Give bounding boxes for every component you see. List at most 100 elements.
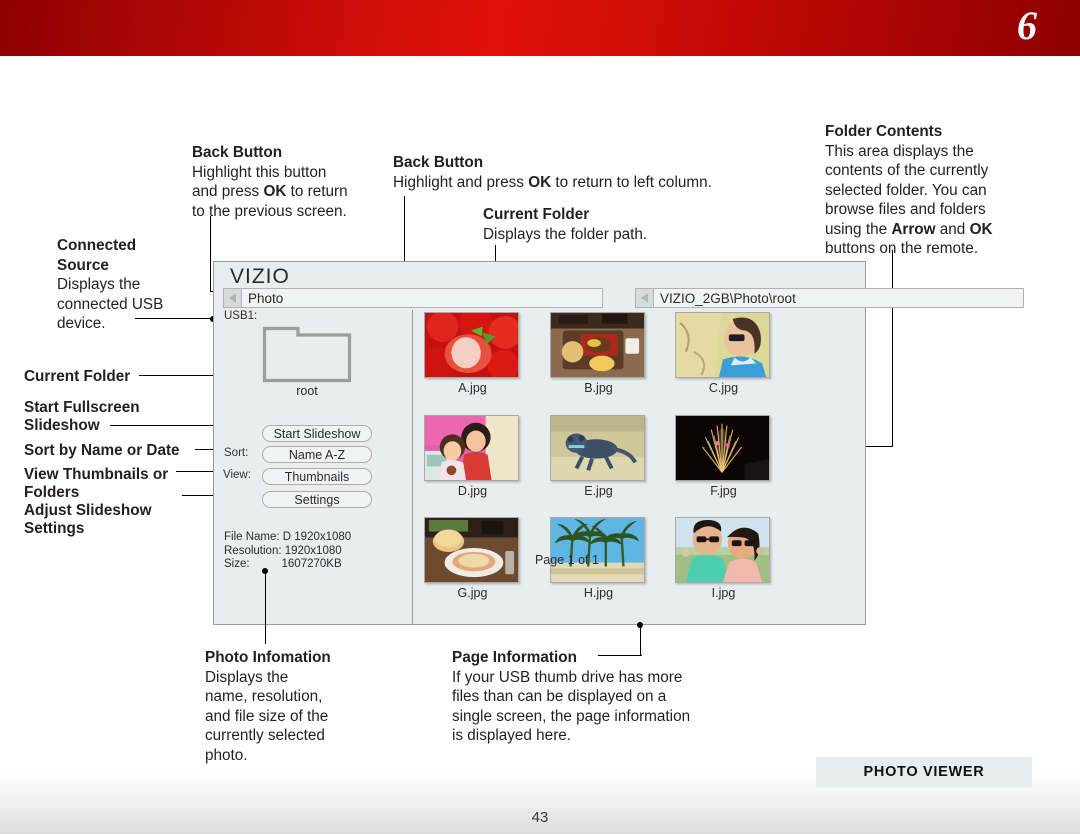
thumbnail-label: G.jpg <box>457 586 488 600</box>
leader-line-photo-information <box>265 570 267 644</box>
callout-line: If your USB thumb drive has more <box>452 668 683 686</box>
callout-emphasis: OK <box>969 220 993 238</box>
callout-line: Displays the <box>57 276 141 293</box>
callout-line: files than can be displayed on a <box>452 688 667 705</box>
side-label-view-thumbs-2: Folders <box>24 484 80 501</box>
settings-button[interactable]: Settings <box>262 491 372 508</box>
thumbnail-image-fireworks <box>675 415 770 481</box>
callout-line: Highlight this button <box>192 163 327 181</box>
callout-photo-information: Photo Infomation Displays the name, reso… <box>205 648 385 765</box>
callout-emphasis: Arrow <box>891 220 936 238</box>
folder-name-label: root <box>296 384 318 398</box>
sort-prefix-label: Sort: <box>224 447 249 459</box>
thumbnail-image-food-tray <box>550 312 645 378</box>
thumbnail-label: A.jpg <box>458 381 487 395</box>
thumbnail-label: B.jpg <box>584 381 613 395</box>
callout-line: selected folder. You can <box>825 181 987 199</box>
leader-line-connected-source <box>135 318 214 320</box>
callout-line: Highlight and press <box>393 173 529 191</box>
thumbnail-item[interactable]: F.jpg <box>675 415 772 498</box>
callout-line: and <box>935 220 970 238</box>
callout-line: is displayed here. <box>452 727 572 744</box>
leader-line-page-information-vert <box>640 627 642 656</box>
file-size-value: Size: 1607270KB <box>224 558 342 570</box>
callout-line: currently selected <box>205 727 325 744</box>
callout-back-button-center: Back Button Highlight and press OK to re… <box>393 153 783 192</box>
side-label-start-slideshow-1: Start Fullscreen <box>24 399 140 416</box>
back-arrow-icon <box>641 293 648 303</box>
file-name-value: File Name: D 1920x1080 <box>224 531 352 543</box>
callout-line: single screen, the page information <box>452 707 691 725</box>
photo-information-block: File Name: D 1920x1080 Resolution: 1920x… <box>224 531 351 572</box>
thumbnail-item[interactable]: D.jpg <box>424 415 521 498</box>
callout-line: to return to left column. <box>551 173 712 191</box>
callout-current-folder: Current Folder Displays the folder path. <box>483 205 743 244</box>
side-label-view-thumbs-1: View Thumbnails or <box>24 466 169 483</box>
callout-line: Displays the <box>205 668 289 686</box>
callout-title: Current Folder <box>483 206 590 223</box>
callout-emphasis: OK <box>263 183 287 200</box>
callout-line: device. <box>57 315 106 332</box>
callout-line: browse files and folders <box>825 201 986 218</box>
side-label-current-folder: Current Folder <box>24 368 131 385</box>
callout-emphasis: OK <box>528 173 552 191</box>
callout-line: contents of the currently <box>825 162 989 179</box>
view-prefix-label: View: <box>223 469 251 481</box>
thumbnail-item[interactable]: A.jpg <box>424 312 521 395</box>
thumbnail-label: H.jpg <box>583 586 614 600</box>
thumbnail-image-pasta-plate <box>424 517 519 583</box>
thumbnail-image-two-children <box>424 415 519 481</box>
callout-title: Connected <box>57 237 137 254</box>
callout-line: connected USB <box>57 295 164 313</box>
chapter-header-banner <box>0 0 1080 56</box>
side-label-adjust-2: Settings <box>24 520 85 537</box>
callout-title: Back Button <box>393 154 484 171</box>
callout-title: Page Information <box>452 649 577 666</box>
thumbnail-image-cat <box>550 415 645 481</box>
view-mode-button[interactable]: Thumbnails <box>262 468 372 485</box>
callout-line: This area displays the <box>825 142 974 160</box>
callout-folder-contents: Folder Contents This area displays the c… <box>825 122 1040 259</box>
resolution-value: Resolution: 1920x1080 <box>224 544 342 557</box>
callout-line: Displays the folder path. <box>483 225 648 243</box>
callout-line: to the previous screen. <box>192 202 347 220</box>
side-label-sort: Sort by Name or Date <box>24 442 180 459</box>
callout-line: buttons on the remote. <box>825 240 979 257</box>
panel-column-divider <box>412 310 414 624</box>
callout-title: Source <box>57 256 109 274</box>
back-button-left[interactable] <box>224 289 242 307</box>
chapter-number: 6 <box>1017 3 1037 48</box>
connected-source-label: USB1: <box>224 310 258 322</box>
back-button-right[interactable] <box>636 289 654 307</box>
breadcrumb-left-column: Photo <box>223 288 603 308</box>
page-indicator: Page 1 of 1 <box>535 553 599 567</box>
thumbnail-label: I.jpg <box>711 586 736 600</box>
sort-order-button[interactable]: Name A-Z <box>262 446 372 463</box>
thumbnail-image-woman-sunglasses <box>675 312 770 378</box>
thumbnail-label: C.jpg <box>708 381 739 395</box>
thumbnail-item[interactable]: C.jpg <box>675 312 772 395</box>
callout-title: Folder Contents <box>825 123 943 140</box>
thumbnail-item[interactable]: B.jpg <box>550 312 647 395</box>
thumbnail-label: D.jpg <box>457 484 488 498</box>
thumbnail-item[interactable]: E.jpg <box>550 415 647 498</box>
callout-line: using the <box>825 220 892 238</box>
current-folder-path: VIZIO_2GB\Photo\root <box>654 289 1023 307</box>
callout-line: to return <box>286 183 348 200</box>
callout-title: Photo Infomation <box>205 649 331 666</box>
folder-icon[interactable] <box>262 326 352 383</box>
section-badge: PHOTO VIEWER <box>816 757 1032 787</box>
side-label-start-slideshow-2: Slideshow <box>24 417 100 434</box>
back-arrow-icon <box>229 293 236 303</box>
breadcrumb-right-column: VIZIO_2GB\Photo\root <box>635 288 1024 308</box>
side-label-adjust-1: Adjust Slideshow <box>24 502 152 519</box>
tv-photo-viewer-panel: VIZIO Photo VIZIO_2GB\Photo\root USB1: r… <box>213 261 1024 625</box>
thumbnail-image-palm-trees <box>550 517 645 583</box>
breadcrumb-left-label: Photo <box>242 289 602 307</box>
callout-page-information: Page Information If your USB thumb drive… <box>452 648 752 746</box>
start-slideshow-button[interactable]: Start Slideshow <box>262 425 372 442</box>
leader-line-folder-contents <box>892 250 894 447</box>
page-number: 43 <box>531 809 549 826</box>
leader-dot-photo-information <box>262 568 268 574</box>
callout-line: and press <box>192 183 264 200</box>
